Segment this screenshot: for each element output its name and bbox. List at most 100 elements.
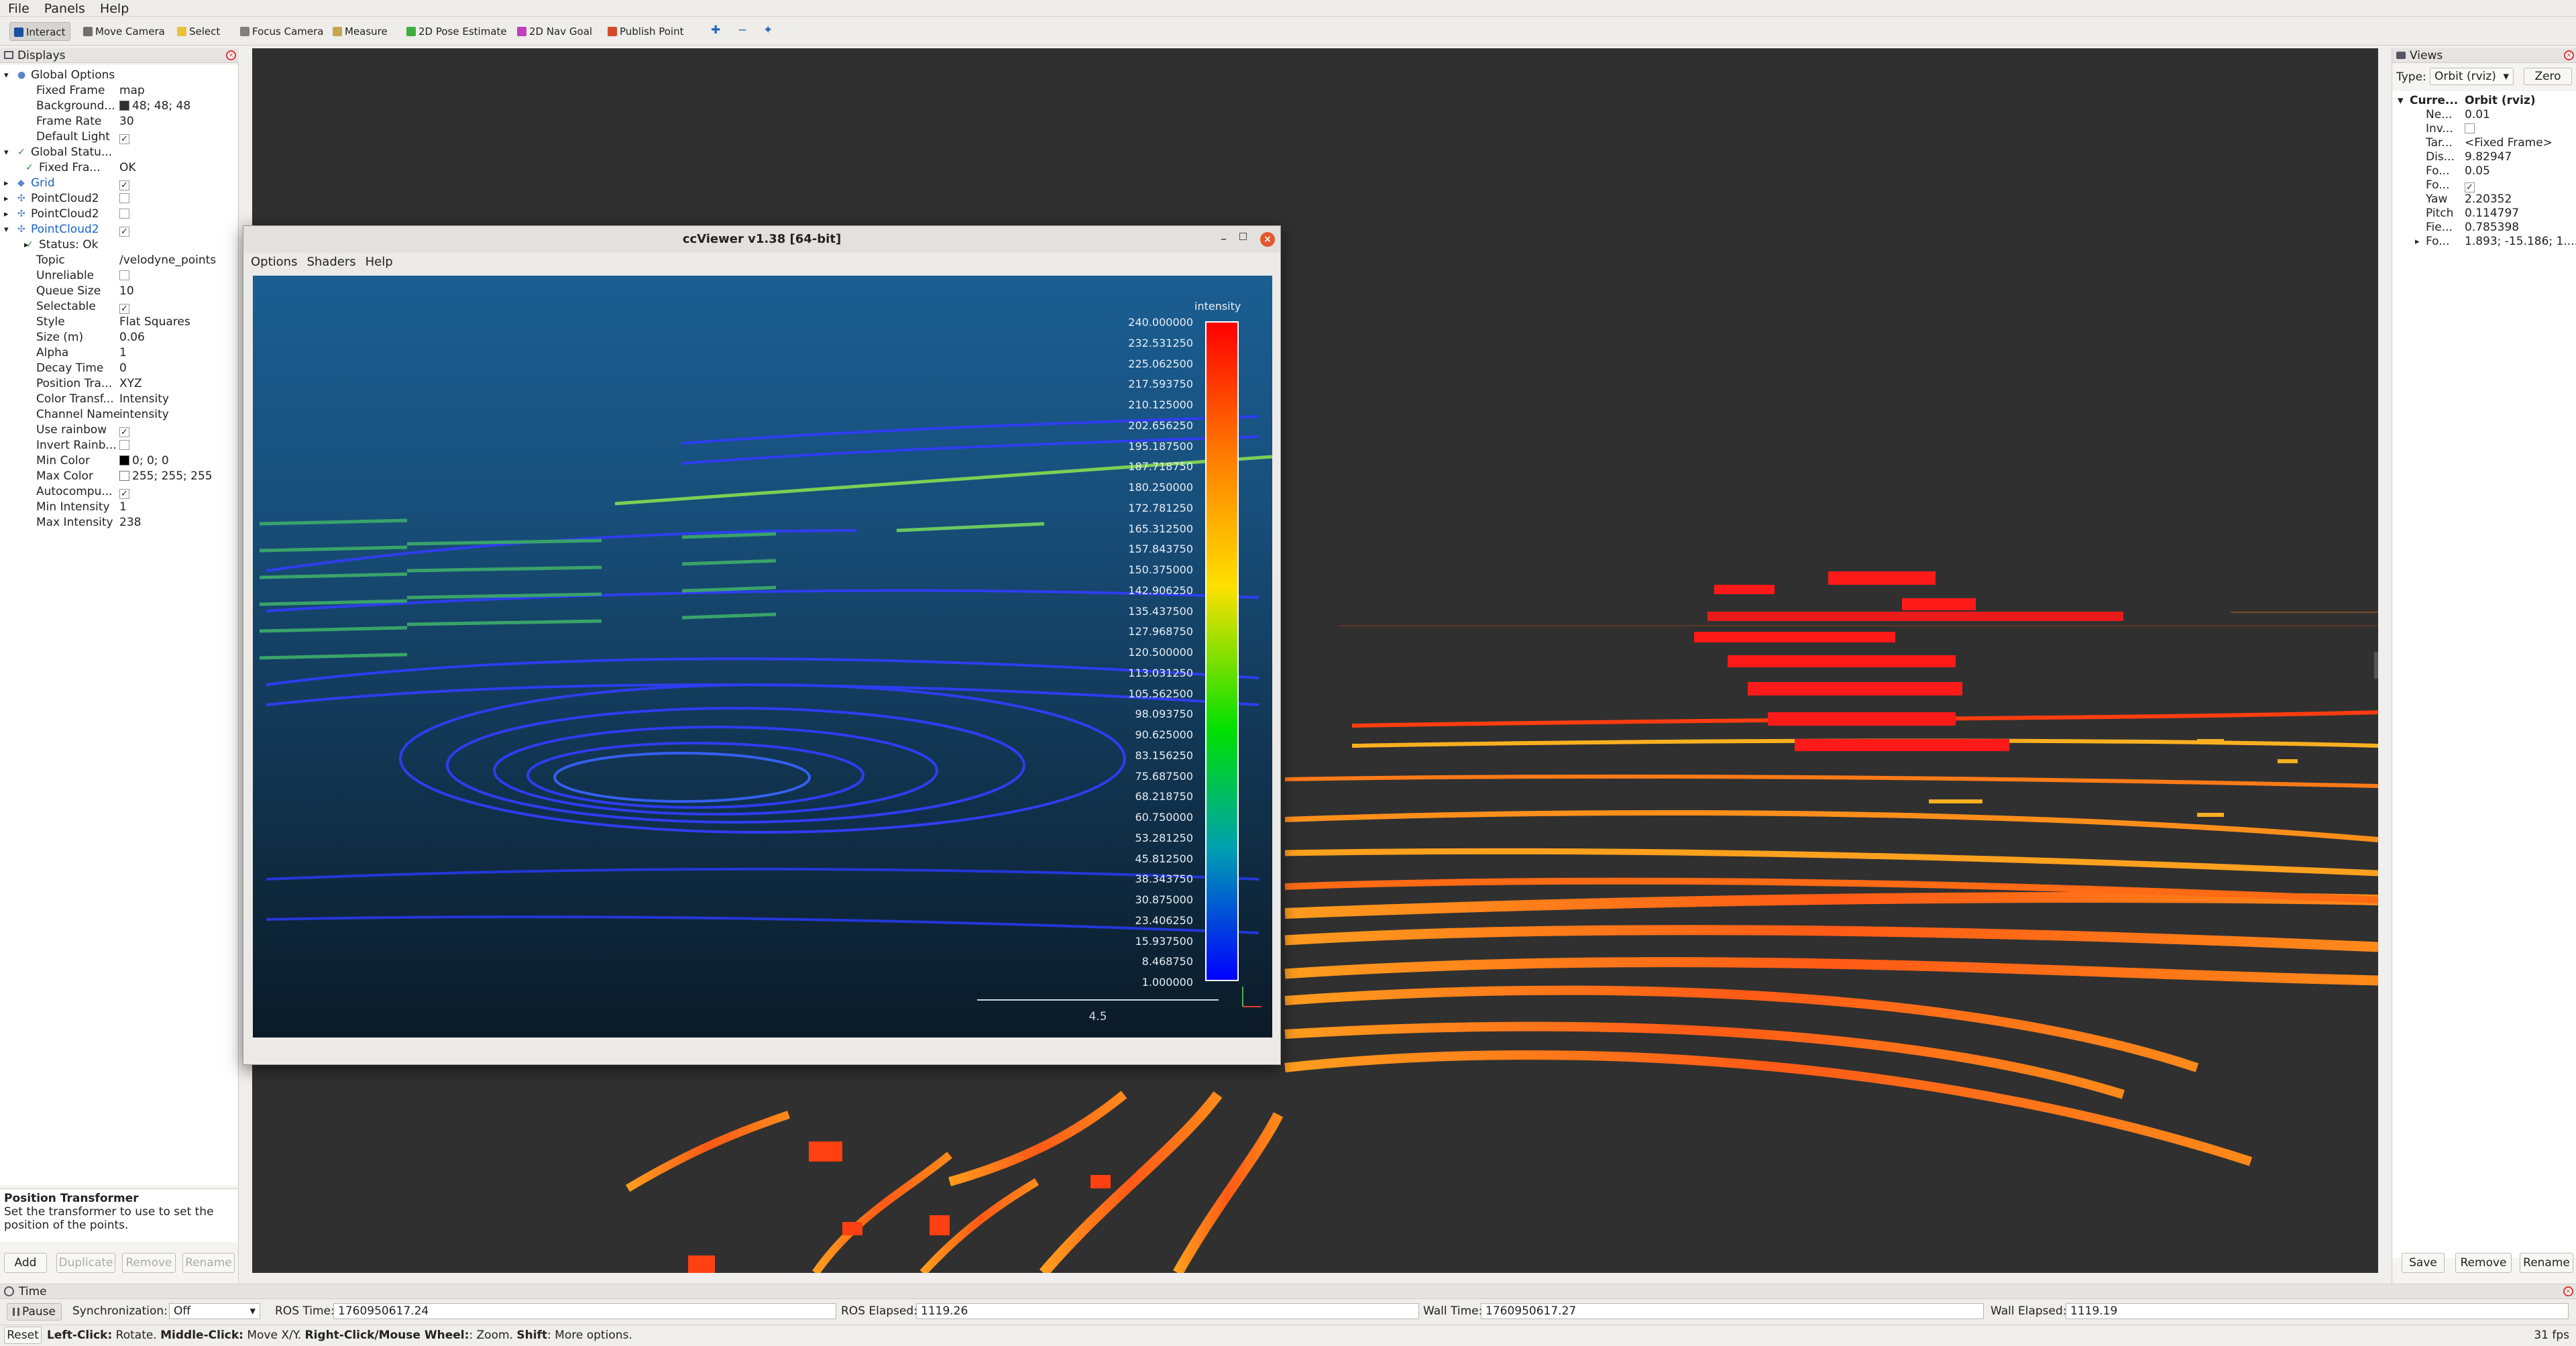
- display-property-row[interactable]: ▾ ● Global Options: [0, 68, 237, 83]
- remove-view-button[interactable]: Remove: [2455, 1253, 2512, 1273]
- checkbox[interactable]: ✓: [119, 180, 129, 190]
- display-property-row[interactable]: Queue Size 10: [0, 284, 237, 299]
- view-property-row[interactable]: Fo... 0.05: [2392, 164, 2576, 178]
- maximize-icon[interactable]: [1239, 233, 1247, 240]
- ccviewer-menu-options[interactable]: Options: [243, 253, 299, 272]
- wall-time-field[interactable]: 1760950617.27: [1481, 1303, 1984, 1319]
- checkbox[interactable]: ✓: [119, 134, 129, 144]
- display-property-row[interactable]: Style Flat Squares: [0, 315, 237, 330]
- tool-select[interactable]: Select: [173, 22, 224, 41]
- color-swatch[interactable]: [119, 471, 129, 481]
- tool-focus-camera[interactable]: Focus Camera: [236, 22, 327, 41]
- display-property-row[interactable]: ▸ ◆ Grid ✓: [0, 176, 237, 191]
- view-property-row[interactable]: Dis... 9.82947: [2392, 150, 2576, 164]
- display-property-row[interactable]: Unreliable: [0, 268, 237, 284]
- checkbox[interactable]: ✓: [119, 489, 129, 499]
- ccviewer-menu-help[interactable]: Help: [358, 253, 395, 272]
- display-property-row[interactable]: Frame Rate 30: [0, 114, 237, 129]
- ccviewer-titlebar[interactable]: ccViewer v1.38 [64-bit] – ×: [243, 226, 1280, 253]
- wall-elapsed-field[interactable]: 1119.19: [2066, 1303, 2569, 1319]
- display-property-row[interactable]: Decay Time 0: [0, 361, 237, 376]
- window-close-button[interactable]: ×: [1260, 232, 1275, 247]
- checkbox[interactable]: ✓: [119, 227, 129, 237]
- view-property-row[interactable]: Inv...: [2392, 122, 2576, 136]
- display-property-row[interactable]: ▸ ✓ Status: Ok: [0, 237, 237, 253]
- display-property-row[interactable]: ▸ ✣ PointCloud2: [0, 191, 237, 207]
- expand-arrow-icon[interactable]: ▾: [2398, 94, 2404, 108]
- tool-interact[interactable]: Interact: [9, 22, 70, 41]
- color-swatch[interactable]: [119, 101, 129, 111]
- display-property-row[interactable]: Size (m) 0.06: [0, 330, 237, 345]
- minimize-icon[interactable]: –: [1221, 226, 1227, 253]
- ccviewer-menu-shaders[interactable]: Shaders: [299, 253, 357, 272]
- ros-elapsed-field[interactable]: 1119.26: [916, 1303, 1419, 1319]
- add-display-button[interactable]: Add: [4, 1253, 47, 1273]
- checkbox[interactable]: [2465, 123, 2475, 133]
- display-property-row[interactable]: Color Transf... Intensity: [0, 392, 237, 407]
- ccviewer-window[interactable]: ccViewer v1.38 [64-bit] – × Options Shade…: [243, 225, 1281, 1065]
- display-property-row[interactable]: Invert Rainb...: [0, 438, 237, 453]
- view-property-row[interactable]: Fo... ✓: [2392, 178, 2576, 192]
- display-property-row[interactable]: Default Light ✓: [0, 129, 237, 145]
- display-property-row[interactable]: ▾ ✣ PointCloud2 ✓: [0, 222, 237, 237]
- time-close-button[interactable]: ×: [2563, 1286, 2573, 1296]
- current-view-row[interactable]: ▾ Curre... Orbit (rviz): [2392, 94, 2576, 108]
- view-property-row[interactable]: Ne... 0.01: [2392, 108, 2576, 122]
- view-property-row[interactable]: Yaw 2.20352: [2392, 192, 2576, 207]
- view-type-select[interactable]: Orbit (rviz) ▾: [2430, 68, 2514, 85]
- display-property-row[interactable]: Max Color 255; 255; 255: [0, 469, 237, 484]
- zoom-plus-icon[interactable]: ✚: [711, 23, 720, 37]
- ros-time-field[interactable]: 1760950617.24: [333, 1303, 836, 1319]
- panel-collapse-handle[interactable]: [2374, 652, 2378, 679]
- checkbox[interactable]: [119, 209, 129, 219]
- display-property-row[interactable]: ▸ ✣ PointCloud2: [0, 207, 237, 222]
- expand-arrow-icon[interactable]: ▸: [4, 176, 9, 191]
- display-property-row[interactable]: ✓ Fixed Fra... OK: [0, 160, 237, 176]
- checkbox[interactable]: ✓: [2465, 182, 2475, 192]
- display-property-row[interactable]: Selectable ✓: [0, 299, 237, 315]
- remove-display-button[interactable]: Remove: [122, 1253, 176, 1273]
- menu-file[interactable]: File: [0, 0, 36, 16]
- tool-2d-nav-goal[interactable]: 2D Nav Goal: [513, 22, 596, 41]
- display-property-row[interactable]: Alpha 1: [0, 345, 237, 361]
- view-property-row[interactable]: ▸ Fo... 1.893; -15.186; 1....: [2392, 235, 2576, 249]
- expand-arrow-icon[interactable]: ▸: [4, 191, 9, 207]
- checkbox[interactable]: ✓: [119, 427, 129, 437]
- display-property-row[interactable]: Position Tra... XYZ: [0, 376, 237, 392]
- view-property-row[interactable]: Tar... <Fixed Frame>: [2392, 136, 2576, 150]
- display-property-row[interactable]: ▾ ✓ Global Statu...: [0, 145, 237, 160]
- color-swatch[interactable]: [119, 455, 129, 465]
- save-view-button[interactable]: Save: [2402, 1253, 2445, 1273]
- tool-measure[interactable]: Measure: [329, 22, 392, 41]
- pause-button[interactable]: Pause: [7, 1303, 62, 1321]
- rename-view-button[interactable]: Rename: [2520, 1253, 2573, 1273]
- checkbox[interactable]: [119, 440, 129, 450]
- zero-view-button[interactable]: Zero: [2524, 68, 2572, 85]
- checkbox[interactable]: ✓: [119, 304, 129, 314]
- display-property-row[interactable]: Max Intensity 238: [0, 515, 237, 530]
- expand-arrow-icon[interactable]: ▸: [4, 207, 9, 222]
- zoom-minus-icon[interactable]: −: [738, 23, 747, 37]
- menu-help[interactable]: Help: [92, 0, 135, 16]
- display-property-row[interactable]: Fixed Frame map: [0, 83, 237, 99]
- display-property-row[interactable]: Channel Name intensity: [0, 407, 237, 423]
- tool-move-camera[interactable]: Move Camera: [79, 22, 169, 41]
- display-property-row[interactable]: Topic/velodyne_points: [0, 253, 237, 268]
- rename-display-button[interactable]: Rename: [182, 1253, 235, 1273]
- checkbox[interactable]: [119, 270, 129, 280]
- display-property-row[interactable]: Min Intensity 1: [0, 500, 237, 515]
- ccviewer-3d-view[interactable]: 4.5 intensity 240.000000 232.531250 225.06…: [253, 276, 1272, 1037]
- checkbox[interactable]: [119, 193, 129, 203]
- tool-publish-point[interactable]: Publish Point: [604, 22, 687, 41]
- view-property-row[interactable]: Pitch 0.114797: [2392, 207, 2576, 221]
- displays-close-button[interactable]: ×: [226, 50, 236, 60]
- display-property-row[interactable]: Use rainbow ✓: [0, 423, 237, 438]
- display-property-row[interactable]: Autocompu... ✓: [0, 484, 237, 500]
- display-property-row[interactable]: Min Color 0; 0; 0: [0, 453, 237, 469]
- expand-arrow-icon[interactable]: ▾: [4, 145, 9, 160]
- expand-arrow-icon[interactable]: ▾: [4, 222, 9, 237]
- menu-panels[interactable]: Panels: [36, 0, 92, 16]
- expand-arrow-icon[interactable]: ▾: [4, 68, 9, 83]
- view-options-icon[interactable]: ✦: [763, 23, 773, 37]
- display-property-row[interactable]: Background... 48; 48; 48: [0, 99, 237, 114]
